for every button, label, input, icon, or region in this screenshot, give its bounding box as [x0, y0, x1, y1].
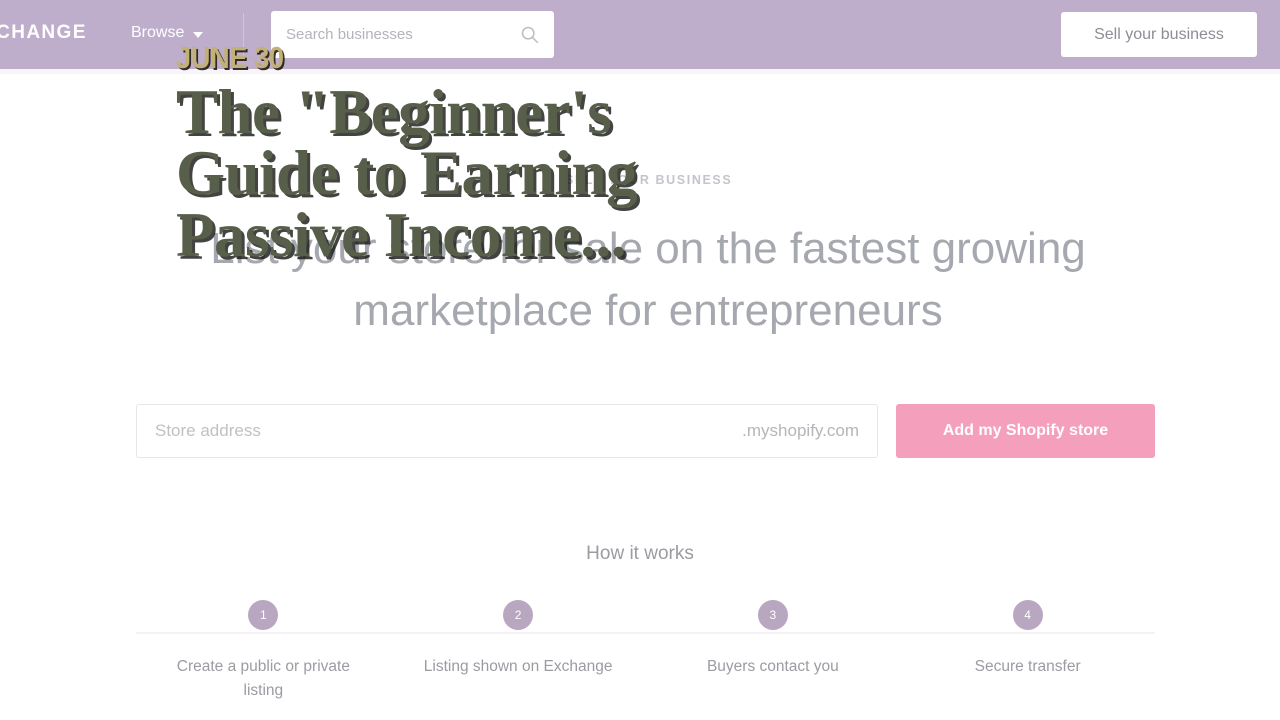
browse-menu[interactable]: Browse	[131, 24, 204, 42]
search-businesses-field[interactable]	[271, 11, 554, 58]
step-item: 1 Create a public or private listing	[136, 600, 391, 703]
exchange-logo[interactable]: XCHANGE	[0, 22, 87, 44]
step-item: 4 Secure transfer	[900, 600, 1155, 703]
step-number-badge: 1	[248, 600, 279, 630]
domain-suffix-label: .myshopify.com	[742, 421, 859, 440]
page-title: List your store for sale on the fastest …	[210, 224, 1086, 336]
step-number-badge: 4	[1012, 600, 1043, 630]
store-address-input[interactable]	[155, 421, 733, 441]
how-it-works-heading: How it works	[586, 543, 694, 564]
step-label: Listing shown on Exchange	[423, 658, 613, 675]
store-address-field[interactable]: .myshopify.com	[136, 404, 878, 458]
step-number-badge: 3	[757, 600, 788, 630]
chevron-down-icon	[193, 31, 204, 38]
browse-menu-label: Browse	[131, 24, 185, 41]
step-label: Secure transfer	[974, 658, 1081, 675]
step-item: 2 Listing shown on Exchange	[391, 600, 646, 703]
sell-your-business-button[interactable]: Sell your business	[1061, 12, 1257, 57]
hero-eyebrow: SELL YOUR BUSINESS	[565, 173, 733, 187]
add-my-shopify-store-button[interactable]: Add my Shopify store	[896, 404, 1155, 458]
step-item: 3 Buyers contact you	[646, 600, 901, 703]
header-bottom-strip	[0, 69, 1280, 74]
how-it-works-section: 1 Create a public or private listing 2 L…	[136, 600, 1155, 703]
step-label: Create a public or private listing	[176, 658, 350, 700]
step-label: Buyers contact you	[706, 658, 839, 675]
search-icon	[521, 26, 539, 44]
header-divider	[243, 13, 244, 56]
step-number-badge: 2	[503, 600, 534, 630]
search-input[interactable]	[286, 26, 519, 43]
store-signup-form: .myshopify.com Add my Shopify store	[136, 404, 1155, 458]
page-root: XCHANGE Browse Sell your business SELL Y…	[0, 0, 1280, 720]
steps-list: 1 Create a public or private listing 2 L…	[136, 600, 1155, 703]
site-header: XCHANGE Browse Sell your business	[0, 0, 1280, 69]
